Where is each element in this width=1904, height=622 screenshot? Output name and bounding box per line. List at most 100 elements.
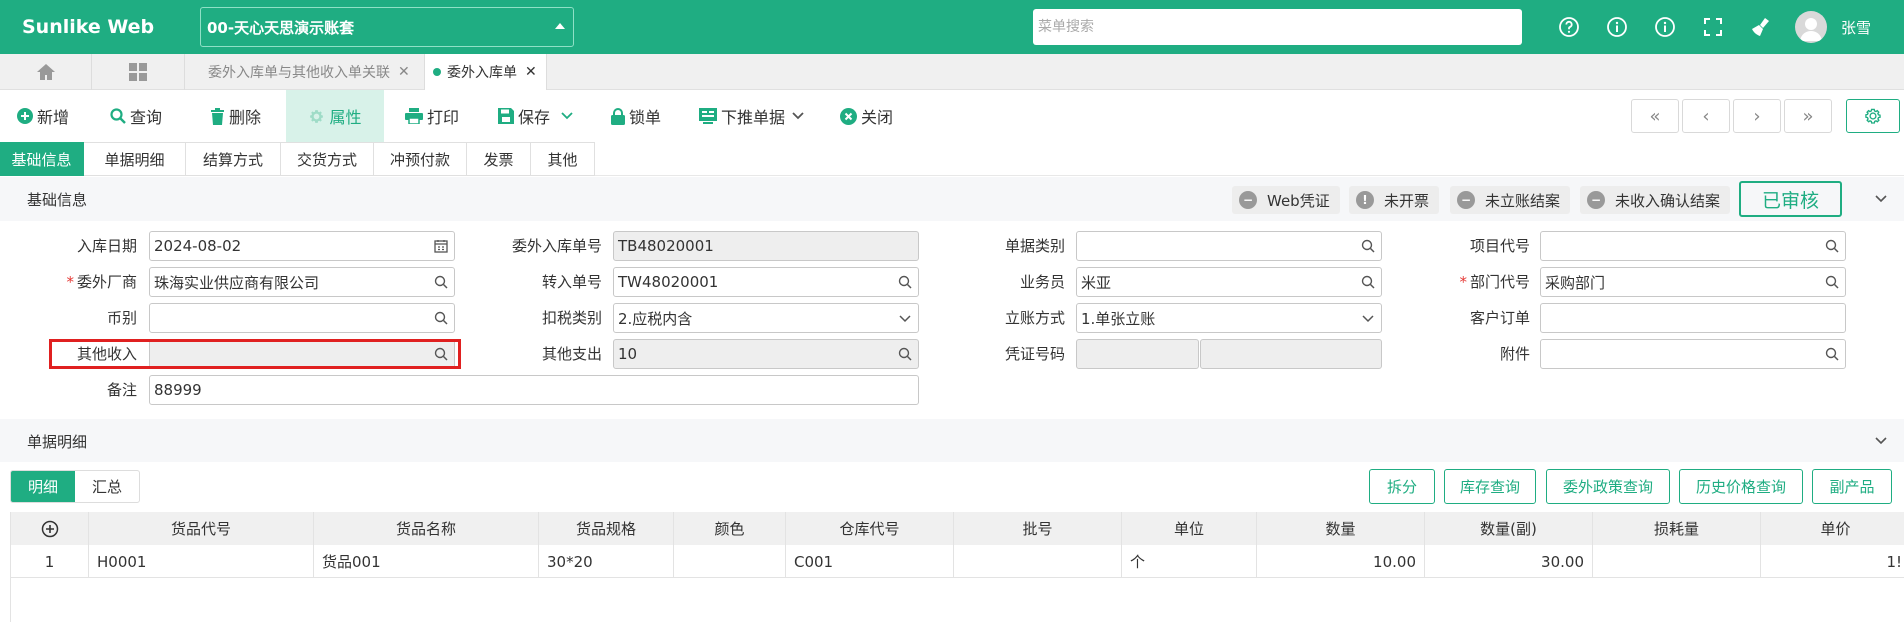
split-button[interactable]: 拆分 (1369, 469, 1435, 504)
account-mode-select[interactable]: 1.单张立账 (1076, 303, 1382, 333)
account-selector[interactable]: 00-天心天思演示账套 (200, 7, 574, 47)
tab-other[interactable]: 其他 (531, 142, 595, 176)
account-mode-label: 立账方式 (1004, 309, 1065, 327)
cell-warehouse[interactable]: C001 (786, 545, 954, 578)
last-record-button[interactable]: » (1784, 99, 1832, 133)
info-icon[interactable] (1593, 14, 1641, 40)
close-icon[interactable]: ✕ (398, 64, 410, 80)
save-button[interactable]: 保存 (498, 90, 578, 142)
apps-tab[interactable] (92, 54, 185, 90)
add-row-button[interactable] (11, 512, 89, 545)
printer-icon (405, 108, 423, 124)
close-button[interactable]: 关闭 (840, 90, 893, 142)
detail-view-tab[interactable]: 明细 (11, 471, 75, 502)
other-expense-field[interactable]: 10 (613, 339, 919, 369)
header-batch[interactable]: 批号 (954, 512, 1122, 545)
salesman-field[interactable]: 米亚 (1076, 267, 1382, 297)
vendor-label: * 委外厂商 (66, 273, 137, 291)
cell-quantity-secondary[interactable]: 30.00 (1425, 545, 1593, 578)
table-row[interactable]: 1 H0001 货品001 30*20 C001 个 10.00 30.00 1… (11, 545, 1904, 578)
tab-basic-info[interactable]: 基础信息 (0, 142, 84, 176)
user-menu[interactable]: 张雪 (1795, 11, 1871, 43)
transfer-no-field[interactable]: TW48020001 (613, 267, 919, 297)
project-code-field[interactable] (1540, 231, 1846, 261)
user-name: 张雪 (1841, 18, 1872, 37)
active-dot (433, 68, 441, 76)
vendor-field[interactable]: 珠海实业供应商有限公司 (149, 267, 455, 297)
other-expense-label: 其他支出 (541, 345, 602, 363)
inventory-query-button[interactable]: 库存查询 (1444, 469, 1536, 504)
header-item-name[interactable]: 货品名称 (314, 512, 539, 545)
not-account-closed-badge[interactable]: − 未立账结案 (1450, 186, 1571, 214)
properties-button[interactable]: 属性 (286, 90, 384, 142)
dept-code-field[interactable]: 采购部门 (1540, 267, 1846, 297)
query-button[interactable]: 查询 (110, 90, 162, 142)
header-unit[interactable]: 单位 (1122, 512, 1257, 545)
tab-prepayment[interactable]: 冲预付款 (374, 142, 467, 176)
voucher-no-field-2[interactable] (1200, 339, 1382, 369)
remark-field[interactable]: 88999 (149, 375, 919, 405)
search-icon (1825, 275, 1839, 289)
tax-type-select[interactable]: 2.应税内含 (613, 303, 919, 333)
header-unit-price[interactable]: 单价 (1761, 512, 1904, 545)
grid-icon (129, 63, 147, 81)
cell-item-spec[interactable]: 30*20 (539, 545, 674, 578)
clean-icon[interactable] (1737, 14, 1785, 40)
byproduct-button[interactable]: 副产品 (1812, 469, 1892, 504)
salesman-label: 业务员 (1019, 273, 1065, 291)
cell-quantity[interactable]: 10.00 (1257, 545, 1425, 578)
cell-loss[interactable] (1593, 545, 1761, 578)
cell-item-code[interactable]: H0001 (89, 545, 314, 578)
chevron-down-icon[interactable] (1874, 436, 1888, 446)
prev-record-button[interactable]: ‹ (1682, 99, 1730, 133)
tab-related-orders[interactable]: 委外入库单与其他收入单关联 ✕ (185, 54, 425, 90)
customer-order-field[interactable] (1540, 303, 1846, 333)
outsource-policy-button[interactable]: 委外政策查询 (1546, 469, 1670, 504)
order-no-field[interactable]: TB48020001 (613, 231, 919, 261)
cell-item-name[interactable]: 货品001 (314, 545, 539, 578)
home-tab[interactable] (0, 54, 92, 90)
push-down-button[interactable]: 下推单据 (699, 90, 809, 142)
not-invoiced-badge[interactable]: ! 未开票 (1349, 186, 1440, 214)
tab-invoice[interactable]: 发票 (467, 142, 531, 176)
tab-settlement[interactable]: 结算方式 (186, 142, 281, 176)
header-quantity-secondary[interactable]: 数量(副) (1425, 512, 1593, 545)
tab-delivery[interactable]: 交货方式 (281, 142, 374, 176)
cell-unit[interactable]: 个 (1122, 545, 1257, 578)
first-record-button[interactable]: « (1631, 99, 1679, 133)
header-item-spec[interactable]: 货品规格 (539, 512, 674, 545)
header-loss[interactable]: 损耗量 (1593, 512, 1761, 545)
lock-button[interactable]: 锁单 (611, 90, 661, 142)
doc-type-field[interactable] (1076, 231, 1382, 261)
search-icon (1361, 275, 1375, 289)
header-item-code[interactable]: 货品代号 (89, 512, 314, 545)
tab-doc-detail[interactable]: 单据明细 (84, 142, 186, 176)
web-voucher-badge[interactable]: − Web凭证 (1232, 186, 1340, 214)
new-button[interactable]: 新增 (17, 90, 69, 142)
print-button[interactable]: 打印 (405, 90, 459, 142)
inbound-date-field[interactable]: 2024-08-02 (149, 231, 455, 261)
header-color[interactable]: 颜色 (674, 512, 786, 545)
close-icon[interactable]: ✕ (525, 64, 537, 80)
dept-code-label: * 部门代号 (1459, 273, 1530, 291)
help-icon[interactable] (1545, 14, 1593, 40)
not-revenue-closed-badge[interactable]: − 未收入确认结案 (1580, 186, 1731, 214)
currency-field[interactable] (149, 303, 455, 333)
price-history-button[interactable]: 历史价格查询 (1679, 469, 1803, 504)
chevron-down-icon[interactable] (1874, 194, 1888, 204)
next-record-button[interactable]: › (1733, 99, 1781, 133)
cell-unit-price[interactable]: 1! (1761, 545, 1904, 578)
header-warehouse[interactable]: 仓库代号 (786, 512, 954, 545)
tab-outsource-inbound[interactable]: 委外入库单 ✕ (425, 54, 547, 90)
summary-view-tab[interactable]: 汇总 (75, 471, 139, 502)
voucher-no-field-1[interactable] (1076, 339, 1199, 369)
about-icon[interactable] (1641, 14, 1689, 40)
fullscreen-icon[interactable] (1689, 14, 1737, 40)
cell-color[interactable] (674, 545, 786, 578)
cell-batch[interactable] (954, 545, 1122, 578)
attachment-field[interactable] (1540, 339, 1846, 369)
header-quantity[interactable]: 数量 (1257, 512, 1425, 545)
delete-button[interactable]: 删除 (210, 90, 261, 142)
settings-button[interactable] (1846, 99, 1900, 133)
menu-search-input[interactable] (1033, 9, 1522, 45)
